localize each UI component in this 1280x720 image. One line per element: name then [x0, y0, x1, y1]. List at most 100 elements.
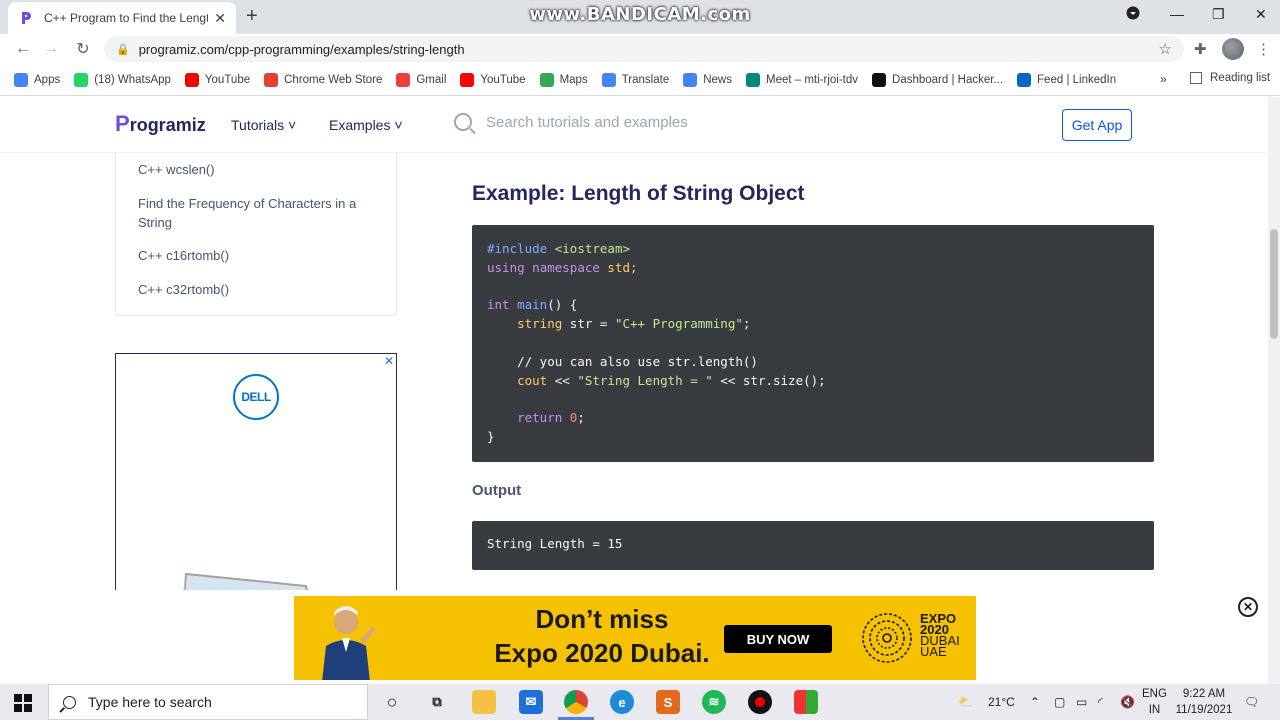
extensions-icon[interactable]: ✚	[1194, 40, 1207, 58]
code-block: #include <iostream> using namespace std;…	[472, 225, 1154, 462]
back-icon[interactable]: ←	[12, 38, 34, 60]
forward-icon[interactable]: →	[40, 38, 62, 60]
bookmark-item[interactable]: Meet – mti-rjoi-tdv	[745, 72, 859, 87]
sidebar-item[interactable]: C++ c16rtomb()	[138, 246, 378, 265]
bookmark-item[interactable]: Maps	[539, 72, 588, 87]
bandicam-icon[interactable]	[748, 690, 772, 714]
scrollbar-thumb[interactable]	[1270, 229, 1278, 339]
menu-kebab-icon[interactable]: ⋮	[1256, 40, 1271, 58]
sublime-text-icon[interactable]: S	[656, 690, 680, 714]
page-scrollbar[interactable]	[1268, 97, 1280, 684]
sidebar-item[interactable]: C++ wcslen()	[138, 160, 378, 179]
bookmark-label: Translate	[621, 73, 670, 86]
reading-list-button[interactable]: Reading list	[1190, 72, 1270, 84]
maximize-icon[interactable]: ❐	[1212, 6, 1225, 23]
bookmark-item[interactable]: Feed | LinkedIn	[1017, 72, 1117, 87]
edge-icon[interactable]: e	[610, 690, 634, 714]
buy-now-button[interactable]: BUY NOW	[724, 625, 832, 653]
new-tab-button[interactable]: +	[246, 6, 258, 26]
bookmarks-overflow-button[interactable]: »	[1160, 72, 1167, 86]
expo-logo-text: EXPO 2020 DUBAI UAE	[920, 611, 960, 659]
wifi-icon[interactable]: ◜	[1098, 695, 1103, 709]
language-indicator[interactable]: ENG IN	[1142, 686, 1167, 718]
news-icon	[683, 72, 698, 87]
meet-icon	[745, 72, 760, 87]
bookmark-label: Apps	[34, 73, 61, 86]
bookmark-item[interactable]: (18) WhatsApp	[74, 72, 171, 87]
notifications-icon[interactable]: 🗨	[1244, 695, 1259, 709]
window-close-icon[interactable]: ✕	[1255, 6, 1267, 23]
windows-start-icon[interactable]	[14, 694, 32, 712]
task-view-icon[interactable]: ⧉	[425, 690, 449, 714]
bookmark-label: Meet – mti-rjoi-tdv	[765, 73, 859, 86]
nav-tutorials[interactable]: Tutorials ˅	[231, 117, 296, 133]
bookmark-item[interactable]: YouTube	[460, 72, 526, 87]
expo-banner-ad[interactable]: Don’t miss Expo 2020 Dubai. BUY NOW EXPO…	[294, 596, 976, 680]
programiz-favicon-icon	[18, 10, 34, 26]
mail-icon[interactable]: ✉	[519, 690, 543, 714]
page-title: Example: Length of String Object	[472, 182, 805, 205]
browser-toolbar: ← → ↻ 🔒 programiz.com/cpp-programming/ex…	[0, 34, 1280, 64]
web-page: Programiz Tutorials ˅ Examples ˅ Search …	[0, 97, 1268, 684]
minimize-icon[interactable]: —	[1170, 6, 1184, 22]
output-heading: Output	[472, 482, 522, 499]
whatsapp-icon	[74, 72, 89, 87]
tab-close-icon[interactable]: ✕	[214, 10, 226, 27]
tray-chevron-icon[interactable]: ⌃	[1030, 695, 1040, 709]
url-text: programiz.com/cpp-programming/examples/s…	[138, 41, 465, 57]
avatar[interactable]	[1222, 38, 1244, 60]
bookmarks-bar: Apps (18) WhatsApp YouTube Chrome Web Store…	[0, 64, 1280, 96]
sidebar-item[interactable]: C++ c32rtomb()	[138, 280, 378, 299]
bookmark-item[interactable]: Apps	[14, 72, 61, 87]
file-explorer-icon[interactable]	[472, 690, 496, 714]
site-search[interactable]: Search tutorials and examples	[454, 113, 688, 131]
tab-strip: C++ Program to Find the Length ✕ + www.B…	[0, 0, 1280, 34]
sticky-ad-bar: Don’t miss Expo 2020 Dubai. BUY NOW EXPO…	[0, 590, 1268, 684]
bookmark-item[interactable]: News	[683, 72, 732, 87]
bookmark-item[interactable]: YouTube	[184, 72, 251, 87]
bookmark-item[interactable]: Chrome Web Store	[264, 72, 383, 87]
clock[interactable]: 9:22 AM 11/19/2021	[1172, 686, 1236, 718]
youtube-icon	[184, 72, 199, 87]
chrome-icon[interactable]	[564, 690, 588, 714]
taskbar-search[interactable]: Type here to search	[48, 684, 368, 720]
dell-logo: DELL	[233, 374, 279, 420]
bookmark-label: Feed | LinkedIn	[1037, 73, 1117, 86]
programiz-logo[interactable]: Programiz	[115, 111, 206, 137]
lock-icon: 🔒	[116, 43, 130, 56]
volume-icon[interactable]: 🔇	[1120, 695, 1135, 709]
weather-icon[interactable]: ⛅	[958, 695, 973, 709]
bookmark-item[interactable]: Dashboard | Hacker...	[872, 72, 1004, 87]
reload-icon[interactable]: ↻	[72, 38, 94, 60]
reading-list-icon	[1190, 72, 1202, 84]
site-header: Programiz Tutorials ˅ Examples ˅ Search …	[0, 97, 1268, 153]
bookmark-item[interactable]: Translate	[601, 72, 670, 87]
ad-close-icon[interactable]: ✕	[384, 354, 394, 368]
meet-now-icon[interactable]: ▢	[1054, 695, 1065, 709]
bookmark-label: YouTube	[204, 73, 251, 86]
bookmark-label: Dashboard | Hacker...	[892, 73, 1004, 86]
address-bar[interactable]: 🔒 programiz.com/cpp-programming/examples…	[104, 36, 1184, 62]
maps-icon	[539, 72, 554, 87]
browser-tab-active[interactable]: C++ Program to Find the Length ✕	[8, 2, 236, 34]
bookmark-item[interactable]: Gmail	[396, 72, 447, 87]
bookmark-label: (18) WhatsApp	[94, 73, 171, 86]
profile-menu-icon[interactable]	[1126, 6, 1140, 23]
cortana-icon[interactable]: ○	[380, 690, 404, 714]
taskbar-search-placeholder: Type here to search	[88, 694, 212, 710]
bookmark-star-icon[interactable]: ☆	[1159, 40, 1172, 58]
sidebar-list: C++ wcslen() Find the Frequency of Chara…	[115, 153, 397, 316]
bookmark-label: Chrome Web Store	[284, 73, 383, 86]
app-icon[interactable]	[794, 690, 818, 714]
translate-icon	[601, 72, 616, 87]
battery-icon[interactable]: ▭	[1076, 695, 1087, 709]
get-app-button[interactable]: Get App	[1062, 109, 1132, 141]
sidebar-item[interactable]: Find the Frequency of Characters in a St…	[138, 194, 378, 232]
weather-temperature[interactable]: 21°C	[988, 695, 1015, 709]
bookmark-label: Gmail	[416, 73, 447, 86]
output-block: String Length = 15	[472, 521, 1154, 570]
banner-close-button[interactable]: ✕	[1238, 597, 1258, 617]
spotify-icon[interactable]: ≋	[702, 690, 726, 714]
bookmark-label: Maps	[559, 73, 588, 86]
nav-examples[interactable]: Examples ˅	[329, 117, 403, 133]
